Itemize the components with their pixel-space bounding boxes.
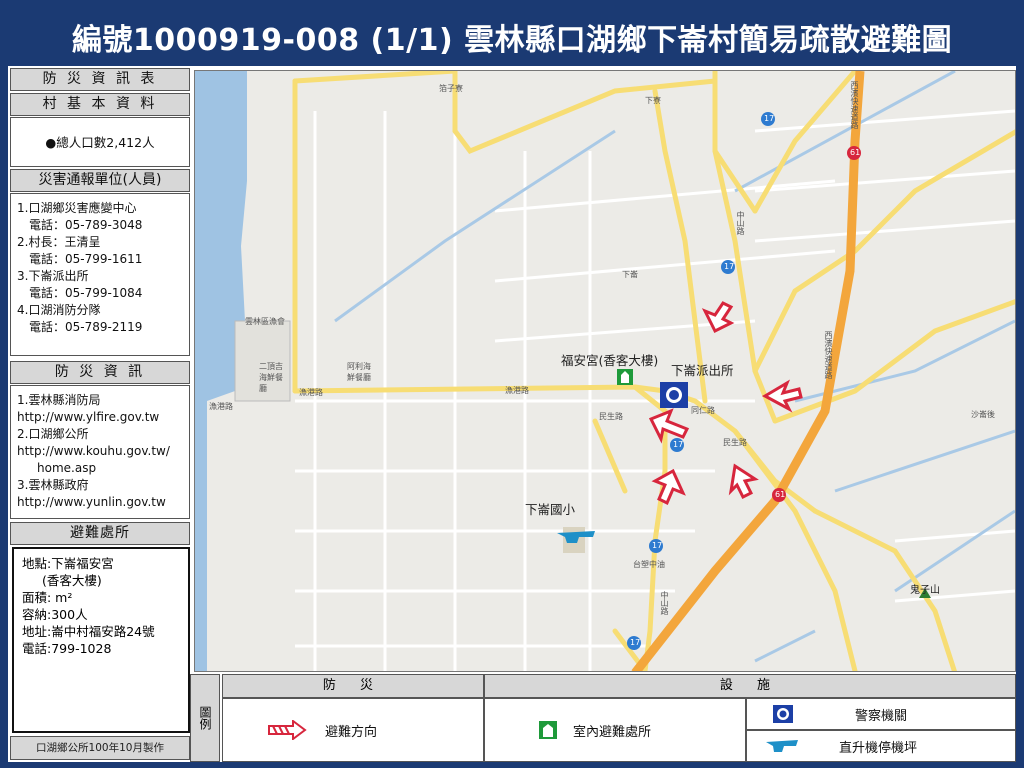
shelter-line: 地址:崙中村福安路24號 — [22, 624, 155, 639]
indoor-shelter-icon — [539, 721, 557, 739]
shelter-line: (香客大樓) — [42, 573, 102, 588]
place-label: 雲林區漁會 — [245, 317, 285, 326]
evac-arrow-icon — [268, 720, 307, 740]
evac-arrow-icon — [651, 468, 686, 506]
info-link[interactable]: home.asp — [17, 460, 183, 477]
road-label: 中山路 — [660, 591, 669, 615]
report-line: 電話：05-799-1611 — [29, 252, 143, 266]
legend-evac-label: 避難方向 — [325, 724, 378, 740]
route-label: 17 — [724, 262, 735, 271]
info-sidebar: 防 災 資 訊 表 村 基 本 資 料 ●總人口數2,412人 災害通報單位(人… — [10, 66, 190, 762]
place-label: 台塑中油 — [633, 560, 665, 569]
police-label: 下崙派出所 — [671, 363, 734, 378]
report-line: 電話：05-799-1084 — [29, 286, 143, 300]
population-text: ●總人口數2,412人 — [45, 134, 155, 150]
map-canvas — [195, 71, 1015, 671]
legend-helipad-cell: 直升機停機坪 — [746, 730, 1016, 762]
report-line: 2.村長：王清呈 — [17, 235, 101, 249]
route-label: 17 — [652, 541, 663, 550]
legend-police-cell: 警察機關 — [746, 698, 1016, 730]
route-label: 61 — [775, 490, 786, 499]
shelter-line: 容納:300人 — [22, 607, 88, 622]
place-label: 箔子寮 — [439, 84, 463, 93]
place-label: 沙崙後 — [971, 410, 995, 419]
info-link[interactable]: http://www.kouhu.gov.tw/ — [17, 443, 183, 460]
route-label: 17 — [673, 440, 684, 449]
police-station-icon — [660, 382, 688, 408]
evac-arrow-icon — [728, 463, 759, 500]
road-label: 漁港路 — [505, 386, 529, 395]
temple-label: 福安宮(香客大樓) — [561, 353, 659, 368]
info-line: 1.雲林縣消防局 — [17, 393, 101, 407]
report-line: 電話：05-789-2119 — [29, 320, 143, 334]
route-label: 17 — [630, 638, 641, 647]
place-label: 二頂吉海鮮餐廳 — [259, 362, 283, 393]
report-line: 電話：05-789-3048 — [29, 218, 143, 232]
legend-indoor-label: 室內避難處所 — [573, 724, 652, 740]
evac-arrow-icon — [648, 408, 690, 444]
report-unit-header: 災害通報單位(人員) — [10, 169, 190, 192]
legend-police-label: 警察機關 — [855, 708, 908, 724]
report-line: 3.下崙派出所 — [17, 269, 89, 283]
disaster-table-header: 防 災 資 訊 表 — [10, 68, 190, 91]
road-label: 漁港路 — [299, 388, 323, 397]
school-label: 下崙國小 — [525, 502, 576, 517]
report-line: 1.口湖鄉災害應變中心 — [17, 201, 137, 215]
route-label: 61 — [850, 148, 861, 157]
road-label: 同仁路 — [691, 406, 715, 415]
police-station-icon — [773, 705, 793, 723]
map-sheet: 防 災 資 訊 表 村 基 本 資 料 ●總人口數2,412人 災害通報單位(人… — [8, 66, 1016, 762]
legend-helipad-label: 直升機停機坪 — [839, 740, 918, 756]
road-label: 西濱快速道路 — [850, 81, 859, 129]
route-label: 17 — [764, 114, 775, 123]
info-line: 3.雲林縣政府 — [17, 478, 89, 492]
indoor-shelter-icon — [617, 369, 633, 385]
population-box: ●總人口數2,412人 — [10, 117, 190, 167]
road-label: 民生路 — [723, 438, 747, 447]
place-label: 阿利海鮮餐廳 — [347, 362, 371, 382]
road-label: 漁港路 — [209, 402, 233, 411]
road-label: 西濱快速道路 — [824, 331, 833, 379]
legend-facility-header: 設 施 — [484, 674, 1016, 698]
sea-strip — [195, 401, 207, 671]
legend-evac-cell: 避難方向 — [222, 698, 484, 762]
legend-disaster-header: 防 災 — [222, 674, 484, 698]
footer-note: 口湖鄉公所100年10月製作 — [10, 736, 190, 760]
disaster-info-header: 防 災 資 訊 — [10, 361, 190, 384]
info-link[interactable]: http://www.ylfire.gov.tw — [17, 409, 183, 426]
place-label: 下崙 — [622, 270, 638, 279]
shelter-line: 地點:下崙福安宮 — [22, 556, 114, 571]
title-bar: 編號1000919-008 (1/1) 雲林縣口湖鄉下崙村簡易疏散避難圖 — [8, 8, 1016, 66]
place-label: 下寮 — [645, 96, 661, 105]
report-line: 4.口湖消防分隊 — [17, 303, 101, 317]
disaster-info-box: 1.雲林縣消防局 http://www.ylfire.gov.tw 2.口湖鄉公… — [10, 385, 190, 519]
evacuation-map[interactable]: 福安宮(香客大樓) 下崙派出所 下崙國小 箔子寮 下寮 下崙 雲林區漁會 二頂吉… — [194, 70, 1016, 672]
legend-side-label: 圖例 — [190, 674, 220, 762]
legend: 圖例 防 災 設 施 避難方向 室內避難處所 警察機關 直升機停機坪 — [190, 674, 1016, 762]
legend-indoor-cell: 室內避難處所 — [484, 698, 746, 762]
road-label: 民生路 — [599, 412, 623, 421]
road-label: 中山路 — [736, 211, 745, 235]
info-line: 2.口湖鄉公所 — [17, 427, 89, 441]
shelter-line: 面積: m² — [22, 590, 73, 605]
page-title: 編號1000919-008 (1/1) 雲林縣口湖鄉下崙村簡易疏散避難圖 — [71, 23, 953, 58]
evac-arrow-icon — [701, 301, 735, 334]
shelter-box: 地點:下崙福安宮 (香客大樓) 面積: m² 容納:300人 地址:崙中村福安路… — [12, 547, 190, 733]
village-data-header: 村 基 本 資 料 — [10, 93, 190, 116]
place-label: 鬼子山 — [910, 585, 940, 596]
info-link[interactable]: http://www.yunlin.gov.tw — [17, 494, 183, 511]
helipad-icon — [766, 740, 798, 752]
shelter-line: 電話:799-1028 — [22, 641, 112, 656]
report-unit-box: 1.口湖鄉災害應變中心 電話：05-789-3048 2.村長：王清呈 電話：0… — [10, 193, 190, 356]
shelter-header: 避難處所 — [10, 522, 190, 545]
